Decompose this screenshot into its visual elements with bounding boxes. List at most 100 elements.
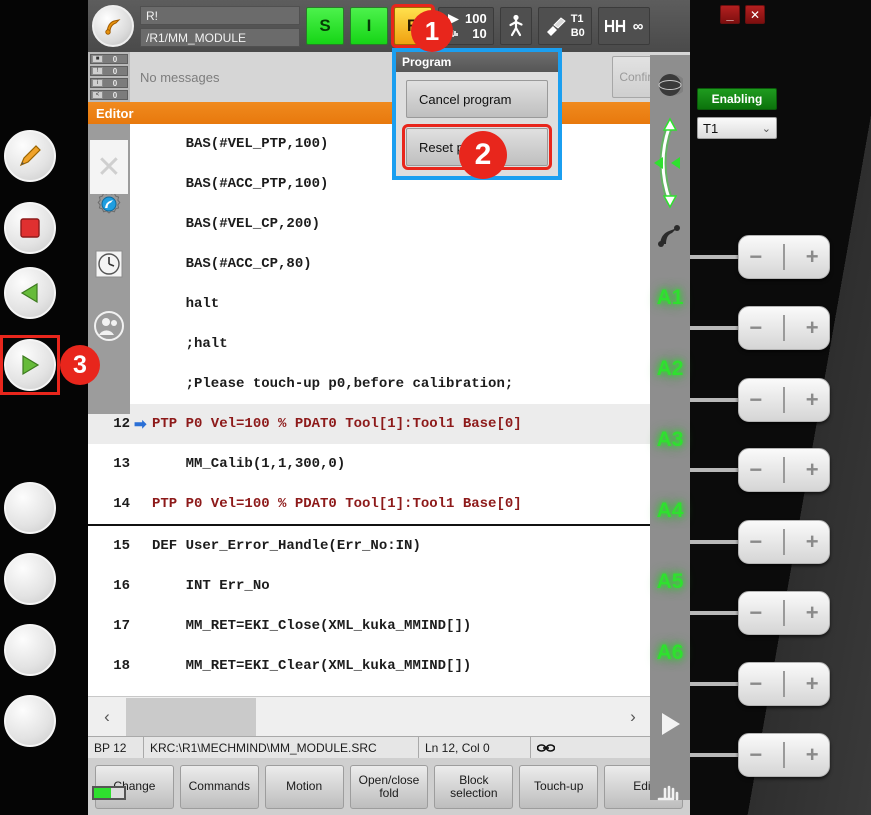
stop-button[interactable] — [4, 202, 56, 254]
axis-label: A5 — [656, 569, 684, 593]
code-line[interactable]: 13 MM_Calib(1,1,300,0) — [88, 444, 652, 484]
jog-rocker-a4[interactable]: − + — [738, 448, 830, 492]
jog-rocker-a5[interactable]: − + — [738, 520, 830, 564]
blank-button-3[interactable] — [4, 624, 56, 676]
world-globe-icon[interactable] — [650, 55, 690, 115]
clock-icon[interactable] — [88, 238, 130, 290]
jog-rocker-a3[interactable]: − + — [738, 378, 830, 422]
code-line[interactable]: 9 halt — [88, 284, 652, 324]
kuka-logo-icon[interactable] — [92, 5, 134, 47]
jog-rocker-a6[interactable]: − + — [738, 591, 830, 635]
softkey-open-close-fold[interactable]: Open/close fold — [349, 764, 429, 809]
jog-connector — [690, 611, 740, 615]
jog-rocker-a1[interactable]: − + — [738, 235, 830, 279]
horizontal-scrollbar[interactable]: ‹ › — [88, 696, 690, 736]
jog-minus-button[interactable]: − — [749, 744, 762, 766]
softkey-commands[interactable]: Commands — [179, 764, 259, 809]
user-group-icon[interactable] — [88, 300, 130, 352]
operating-mode-select[interactable]: T1 ⌄ — [697, 117, 777, 139]
jog-plus-button[interactable]: + — [806, 602, 819, 624]
jog-plus-button[interactable]: + — [806, 459, 819, 481]
close-editor-icon[interactable]: ✕ — [90, 140, 128, 194]
override-jog-value: 10 — [472, 26, 487, 41]
scroll-right-button[interactable]: › — [614, 707, 652, 727]
code-line[interactable]: 16 INT Err_No — [88, 566, 652, 606]
code-line[interactable]: 10 ;halt — [88, 324, 652, 364]
horizontal-scroll-thumb[interactable] — [126, 697, 256, 736]
cancel-program-button[interactable]: Cancel program — [406, 80, 548, 118]
code-line[interactable]: 18 MM_RET=EKI_Clear(XML_kuka_MMIND[]) — [88, 646, 652, 686]
jog-minus-button[interactable]: − — [749, 459, 762, 481]
module-path-field[interactable]: /R1/MM_MODULE — [140, 27, 300, 47]
code-line[interactable]: 11 ;Please touch-up p0,before calibratio… — [88, 364, 652, 404]
soft-key-bar[interactable]: Change Commands Motion Open/close fold Block s… — [88, 758, 690, 815]
message-counter-row[interactable]: i 0 — [90, 78, 128, 88]
jog-plus-button[interactable]: + — [806, 317, 819, 339]
override-values: 100 10 — [465, 11, 487, 41]
message-counter-row[interactable]: ! 0 — [90, 66, 128, 76]
jog-rocker-a2[interactable]: − + — [738, 306, 830, 350]
code-line-list[interactable]: 5 BAS(#VEL_PTP,100)6 BAS(#ACC_PTP,100)7 … — [88, 124, 652, 696]
play-backward-button[interactable] — [4, 267, 56, 319]
softkey-touch-up[interactable]: Touch-up — [519, 764, 599, 809]
jog-minus-button[interactable]: − — [749, 246, 762, 268]
blank-button-2[interactable] — [4, 553, 56, 605]
right-icon-rail: A1 A2 A3 A4 A5 A6 — [650, 55, 690, 801]
jog-plus-button[interactable]: + — [806, 531, 819, 553]
jog-minus-button[interactable]: − — [749, 673, 762, 695]
jog-plus-button[interactable]: + — [806, 744, 819, 766]
code-line[interactable]: 5 BAS(#VEL_PTP,100) — [88, 124, 652, 164]
jog-minus-button[interactable]: − — [749, 531, 762, 553]
softkey-motion[interactable]: Motion — [264, 764, 344, 809]
jog-rocker-extra-1[interactable]: − + — [738, 662, 830, 706]
info-message-icon: i — [92, 79, 103, 87]
code-line-text: BAS(#ACC_CP,80) — [152, 256, 312, 272]
code-line[interactable]: 15 DEF User_Error_Handle(Err_No:IN) — [88, 526, 652, 566]
enabling-status-button[interactable]: Enabling — [697, 88, 777, 110]
code-line[interactable]: 14 PTP P0 Vel=100 % PDAT0 Tool[1]:Tool1 B… — [88, 484, 652, 524]
jog-rocker-extra-2[interactable]: − + — [738, 733, 830, 777]
jog-divider — [782, 671, 785, 697]
tool-base-indicator[interactable]: T1 B0 — [537, 7, 592, 45]
code-line[interactable]: 6 BAS(#ACC_PTP,100) — [88, 164, 652, 204]
code-line[interactable]: 7 BAS(#VEL_CP,200) — [88, 204, 652, 244]
rail-play-icon[interactable] — [650, 688, 690, 760]
tool-base-icon — [546, 17, 566, 36]
code-line[interactable]: 17 MM_RET=EKI_Close(XML_kuka_MMIND[]) — [88, 606, 652, 646]
minimize-button[interactable]: _ — [720, 5, 740, 24]
code-editor[interactable]: 5 BAS(#VEL_PTP,100)6 BAS(#ACC_PTP,100)7 … — [88, 124, 690, 696]
jog-minus-button[interactable]: − — [749, 317, 762, 339]
code-line-text: BAS(#VEL_CP,200) — [152, 216, 321, 232]
robot-name-field[interactable]: R! — [140, 5, 300, 25]
blank-button-4[interactable] — [4, 695, 56, 747]
stop-square-icon — [20, 218, 40, 238]
scroll-left-button[interactable]: ‹ — [88, 707, 126, 727]
message-count-value: 0 — [112, 54, 118, 64]
code-line[interactable]: 19 ;Error handle by user — [88, 686, 652, 696]
message-counter-row[interactable]: ■ 0 — [90, 54, 128, 64]
edit-pencil-button[interactable] — [4, 130, 56, 182]
jog-plus-button[interactable]: + — [806, 389, 819, 411]
rail-hand-jog-icon[interactable] — [650, 760, 690, 815]
softkey-block-selection[interactable]: Block selection — [434, 764, 514, 809]
jog-divider — [782, 742, 785, 768]
drives-status-s-button[interactable]: S — [306, 7, 344, 45]
horizontal-scroll-track[interactable] — [126, 697, 614, 736]
message-counter-row[interactable]: < 0 — [90, 90, 128, 100]
jog-mode-indicator[interactable] — [499, 7, 532, 45]
jog-plus-button[interactable]: + — [806, 246, 819, 268]
code-line[interactable]: 12 ➡ PTP P0 Vel=100 % PDAT0 Tool[1]:Tool1 … — [88, 404, 652, 444]
close-button[interactable]: ✕ — [745, 5, 765, 24]
increment-mode-indicator[interactable]: ∞ — [597, 7, 651, 45]
annotation-badge-3: 3 — [60, 345, 100, 385]
code-line[interactable]: 8 BAS(#ACC_CP,80) — [88, 244, 652, 284]
robot-axis-icon[interactable] — [650, 210, 690, 262]
play-forward-button[interactable] — [4, 339, 56, 391]
jog-direction-indicator-icon[interactable] — [650, 115, 690, 210]
jog-minus-button[interactable]: − — [749, 602, 762, 624]
interpreter-status-i-button[interactable]: I — [350, 7, 388, 45]
blank-button-1[interactable] — [4, 482, 56, 534]
jog-minus-button[interactable]: − — [749, 389, 762, 411]
step-increment-icon — [604, 20, 625, 32]
jog-plus-button[interactable]: + — [806, 673, 819, 695]
